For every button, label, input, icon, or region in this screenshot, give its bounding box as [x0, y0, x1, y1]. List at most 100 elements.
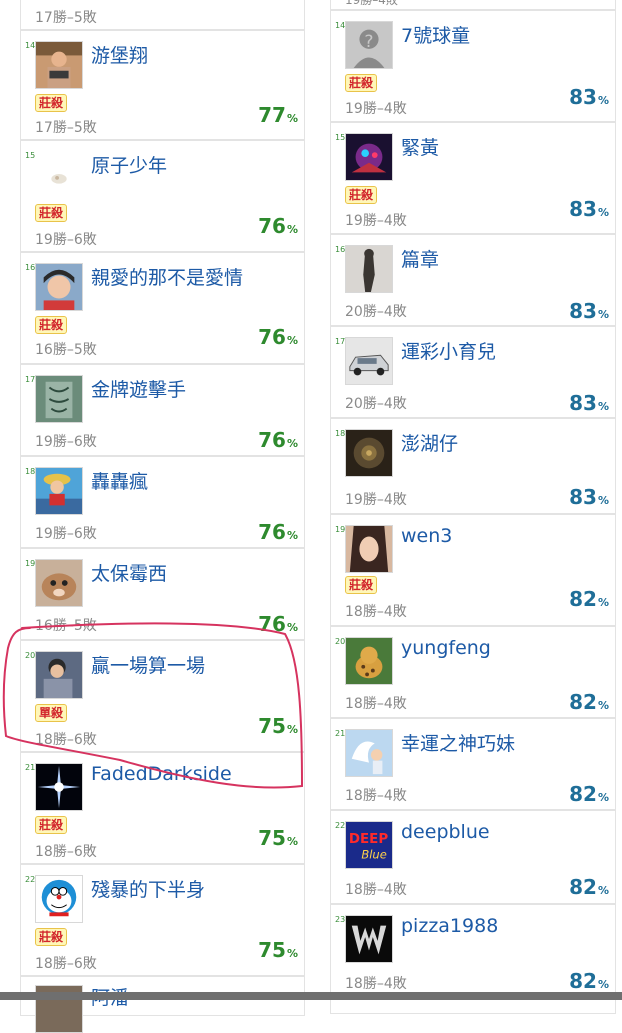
user-name-link[interactable]: deepblue — [401, 821, 490, 843]
win-percentage: 75% — [258, 714, 298, 738]
user-name-link[interactable]: 澎湖仔 — [401, 429, 458, 456]
rank-number: 15 — [25, 151, 36, 160]
user-avatar[interactable] — [35, 263, 83, 311]
deep-logo-text: DEEP — [349, 832, 388, 847]
status-badge: 莊殺 — [35, 204, 68, 222]
user-avatar[interactable]: DEEP Blue — [345, 821, 393, 869]
user-avatar[interactable] — [345, 729, 393, 777]
ranking-card[interactable]: 19 wen3 莊殺 18勝–4敗 82% — [330, 514, 616, 626]
ranking-card[interactable]: 22 殘暴的下半身 莊殺 18勝–6敗 75% — [20, 864, 305, 976]
rank-number: 18 — [335, 429, 346, 438]
user-name-link[interactable]: 游堡翔 — [91, 41, 148, 68]
ranking-card[interactable]: 16 親愛的那不是愛情 莊殺 16勝–5敗 76% — [20, 252, 305, 364]
win-percentage: 75% — [258, 938, 298, 962]
status-badge: 莊殺 — [345, 74, 378, 92]
user-name-link[interactable]: 幸運之神巧妹 — [401, 729, 515, 756]
user-name-link[interactable]: 轟轟瘋 — [91, 467, 148, 494]
win-percentage: 83% — [569, 85, 609, 109]
ranking-card[interactable]: 21 FadedDarkside 莊殺 18勝–6敗 75% — [20, 752, 305, 864]
ranking-card-partial-top[interactable]: 17勝–5敗 77% — [20, 0, 305, 30]
user-name-link[interactable]: 原子少年 — [91, 151, 167, 178]
rank-number: 23 — [335, 915, 346, 924]
user-name-link[interactable]: 緊黃 — [401, 133, 439, 160]
ranking-card[interactable]: 15 原子少年 莊殺 19勝–6敗 76% — [20, 140, 305, 252]
win-loss-record: 19勝–4敗 — [345, 213, 407, 229]
user-avatar[interactable] — [345, 245, 393, 293]
win-loss-record: 17勝–5敗 — [35, 10, 97, 26]
win-percentage: 76% — [258, 325, 298, 349]
win-loss-record: 18勝–4敗 — [345, 696, 407, 712]
user-name-link[interactable]: 贏一場算一場 — [91, 651, 205, 678]
ranking-card[interactable]: 18 澎湖仔 19勝–4敗 83% — [330, 418, 616, 514]
rank-number: 22 — [335, 821, 346, 830]
status-badge: 莊殺 — [345, 186, 378, 204]
win-loss-record: 18勝–6敗 — [35, 956, 97, 972]
user-avatar[interactable] — [35, 41, 83, 89]
user-avatar[interactable] — [35, 875, 83, 923]
win-percentage: 77% — [258, 103, 298, 127]
user-name-link[interactable]: 金牌遊擊手 — [91, 375, 186, 402]
ranking-card[interactable]: 16 篇章 20勝–4敗 83% — [330, 234, 616, 326]
ranking-card[interactable]: 19 太保霉西 16勝–5敗 76% — [20, 548, 305, 640]
user-avatar[interactable]: ? — [345, 21, 393, 69]
win-percentage: 76% — [258, 214, 298, 238]
user-name-link[interactable]: 7號球童 — [401, 21, 470, 48]
user-name-link[interactable]: 篇章 — [401, 245, 439, 272]
win-loss-record: 19勝–6敗 — [35, 434, 97, 450]
user-avatar[interactable] — [35, 467, 83, 515]
status-badge: 莊殺 — [35, 316, 68, 334]
rank-number: 21 — [25, 763, 36, 772]
user-name-link[interactable]: 親愛的那不是愛情 — [91, 263, 243, 290]
win-percentage: 82% — [569, 690, 609, 714]
win-percentage: 83% — [569, 197, 609, 221]
rank-number: 19 — [25, 559, 36, 568]
rank-number: 15 — [335, 133, 346, 142]
win-loss-record: 18勝–4敗 — [345, 976, 407, 992]
rank-number: 17 — [335, 337, 346, 346]
user-name-link[interactable]: pizza1988 — [401, 915, 498, 937]
user-avatar[interactable] — [35, 151, 83, 199]
user-avatar[interactable] — [345, 915, 393, 963]
ranking-card[interactable]: 17 運彩小育兒 20勝–4敗 83% — [330, 326, 616, 418]
ranking-card[interactable]: 18 轟轟瘋 19勝–6敗 76% — [20, 456, 305, 548]
win-loss-record: 17勝–5敗 — [35, 120, 97, 136]
ranking-card[interactable]: 17 金牌遊擊手 19勝–6敗 76% — [20, 364, 305, 456]
user-name-link[interactable]: FadedDarkside — [91, 763, 232, 785]
user-name-link[interactable]: 運彩小育兒 — [401, 337, 496, 364]
user-avatar[interactable] — [35, 375, 83, 423]
user-avatar[interactable] — [345, 429, 393, 477]
user-avatar[interactable] — [345, 637, 393, 685]
ranking-card[interactable]: 14 ? 7號球童 莊殺 19勝–4敗 83% — [330, 10, 616, 122]
user-avatar[interactable] — [35, 651, 83, 699]
rank-number: 18 — [25, 467, 36, 476]
rank-number: 19 — [335, 525, 346, 534]
user-avatar[interactable] — [345, 525, 393, 573]
rank-number: 21 — [335, 729, 346, 738]
rank-number: 17 — [25, 375, 36, 384]
win-loss-record: 19勝–6敗 — [35, 526, 97, 542]
ranking-card[interactable]: 15 緊黃 莊殺 19勝–4敗 83% — [330, 122, 616, 234]
user-avatar[interactable] — [345, 133, 393, 181]
user-name-link[interactable]: 殘暴的下半身 — [91, 875, 205, 902]
rank-number: 22 — [25, 875, 36, 884]
user-name-link[interactable]: 太保霉西 — [91, 559, 167, 586]
win-percentage: 82% — [569, 587, 609, 611]
user-avatar[interactable] — [35, 763, 83, 811]
ranking-card-partial-top[interactable]: 19勝–4敗 — [330, 0, 616, 10]
ranking-card[interactable]: 14 游堡翔 莊殺 17勝–5敗 77% — [20, 30, 305, 140]
ranking-card[interactable]: 20 yungfeng 18勝–4敗 82% — [330, 626, 616, 718]
user-avatar[interactable] — [35, 559, 83, 607]
status-badge: 單殺 — [35, 704, 68, 722]
ranking-card[interactable]: 20 贏一場算一場 單殺 18勝–6敗 75% — [20, 640, 305, 752]
status-badge: 莊殺 — [35, 816, 68, 834]
user-name-link[interactable]: wen3 — [401, 525, 452, 547]
rank-number: 20 — [335, 637, 346, 646]
ranking-card[interactable]: 22 DEEP Blue deepblue 18勝–4敗 82% — [330, 810, 616, 904]
win-percentage: 82% — [569, 782, 609, 806]
win-loss-record: 18勝–6敗 — [35, 732, 97, 748]
ranking-card[interactable]: 21 幸運之神巧妹 18勝–4敗 82% — [330, 718, 616, 810]
user-avatar[interactable] — [345, 337, 393, 385]
user-name-link[interactable]: yungfeng — [401, 637, 491, 659]
win-loss-record: 19勝–6敗 — [35, 232, 97, 248]
win-loss-record: 18勝–4敗 — [345, 788, 407, 804]
